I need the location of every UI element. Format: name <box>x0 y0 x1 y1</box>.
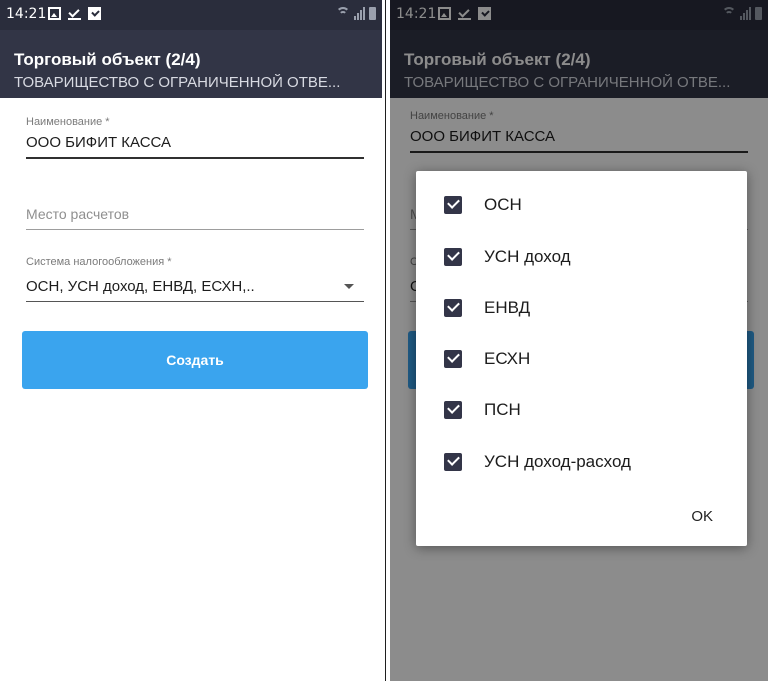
tax-value: ОСН, УСН доход, ЕНВД, ЕСХН,.. <box>26 278 255 295</box>
checkbox-checked-icon[interactable] <box>444 453 462 471</box>
create-button[interactable]: Создать <box>22 331 368 389</box>
option-eskhn[interactable]: ЕСХН <box>444 344 530 374</box>
status-bar: 14:21 <box>0 0 382 30</box>
signal-icon <box>354 7 365 20</box>
dropdown-arrow-icon[interactable] <box>344 284 354 289</box>
battery-icon <box>369 7 376 20</box>
tax-system-dialog: ОСН УСН доход ЕНВД ЕСХН ПСН УСН доход-ра… <box>416 171 747 546</box>
name-input[interactable]: ООО БИФИТ КАССА <box>26 134 364 151</box>
option-label: УСН доход-расход <box>484 452 631 471</box>
option-label: ЕСХН <box>484 349 531 368</box>
checkbox-notification-icon <box>88 7 101 20</box>
option-envd[interactable]: ЕНВД <box>444 293 530 323</box>
image-icon <box>48 7 61 20</box>
ok-button[interactable]: OK <box>691 508 713 525</box>
place-input[interactable]: Место расчетов <box>26 206 364 222</box>
option-osn[interactable]: ОСН <box>444 190 522 220</box>
screen-form: 14:21 Торговый объект (2/4) ТОВАРИЩЕСТВО… <box>0 0 382 681</box>
checkbox-checked-icon[interactable] <box>444 196 462 214</box>
download-icon <box>68 7 81 20</box>
app-bar: Торговый объект (2/4) ТОВАРИЩЕСТВО С ОГР… <box>0 30 382 98</box>
option-label: УСН доход <box>484 247 571 266</box>
checkbox-checked-icon[interactable] <box>444 248 462 266</box>
option-label: ПСН <box>484 400 521 419</box>
tax-label: Система налогообложения * <box>26 256 172 268</box>
place-field[interactable]: Место расчетов <box>26 206 364 230</box>
wifi-icon <box>336 6 350 20</box>
option-psn[interactable]: ПСН <box>444 395 521 425</box>
tax-select[interactable]: Система налогообложения * ОСН, УСН доход… <box>26 256 364 302</box>
page-title: Торговый объект (2/4) <box>14 50 201 69</box>
screen-dialog: 14:21 Торговый объект (2/4) ТОВАРИЩЕСТВО… <box>390 0 768 681</box>
name-field[interactable]: Наименование * ООО БИФИТ КАССА <box>26 116 364 159</box>
checkbox-checked-icon[interactable] <box>444 350 462 368</box>
option-label: ОСН <box>484 195 522 214</box>
option-label: ЕНВД <box>484 298 531 317</box>
option-usn-income-expense[interactable]: УСН доход-расход <box>444 447 631 477</box>
checkbox-checked-icon[interactable] <box>444 299 462 317</box>
status-time: 14:21 <box>6 6 47 22</box>
name-label: Наименование * <box>26 116 110 128</box>
divider <box>385 0 386 681</box>
checkbox-checked-icon[interactable] <box>444 401 462 419</box>
page-subtitle: ТОВАРИЩЕСТВО С ОГРАНИЧЕННОЙ ОТВЕ... <box>14 74 341 91</box>
option-usn-income[interactable]: УСН доход <box>444 242 571 272</box>
